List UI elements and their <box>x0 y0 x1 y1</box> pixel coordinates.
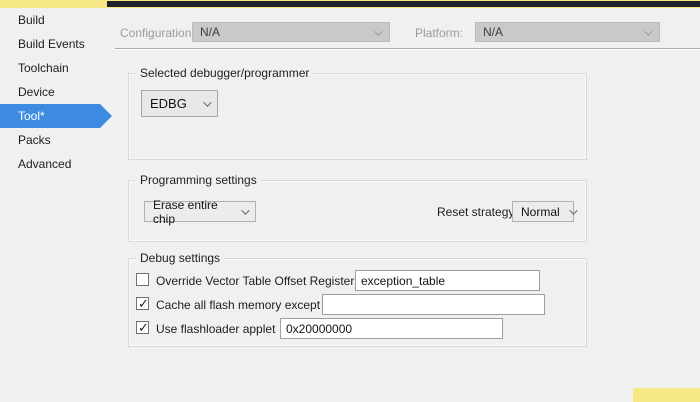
sidebar-item-device[interactable]: Device <box>0 80 100 104</box>
debugger-group-title: Selected debugger/programmer <box>136 66 313 80</box>
reset-strategy-value: Normal <box>521 205 560 219</box>
erase-mode-value: Erase entire chip <box>153 198 232 226</box>
top-dark-bar <box>107 1 700 7</box>
chevron-down-icon <box>644 27 652 35</box>
platform-combobox: N/A <box>475 22 660 42</box>
sidebar-item-build[interactable]: Build <box>0 8 100 32</box>
sidebar-item-toolchain[interactable]: Toolchain <box>0 56 100 80</box>
reset-strategy-combobox[interactable]: Normal <box>512 201 574 222</box>
configuration-combobox: N/A <box>192 22 390 42</box>
reset-strategy-label: Reset strategy <box>437 205 514 219</box>
sidebar-item-advanced[interactable]: Advanced <box>0 152 100 176</box>
sidebar-item-label: Tool* <box>18 109 45 123</box>
top-accent-bar <box>0 0 700 8</box>
debugger-value: EDBG <box>150 96 187 111</box>
programming-group: Programming settings Erase entire chip R… <box>128 180 587 242</box>
platform-label: Platform: <box>415 26 463 40</box>
debug-group-title: Debug settings <box>136 251 224 265</box>
flashloader-checkbox[interactable] <box>136 321 149 334</box>
erase-mode-combobox[interactable]: Erase entire chip <box>144 201 256 222</box>
chevron-down-icon <box>241 206 249 214</box>
flashloader-address-input[interactable] <box>280 318 503 339</box>
cache-exception-input[interactable] <box>322 294 545 315</box>
override-vtor-checkbox[interactable] <box>136 273 149 286</box>
configuration-value: N/A <box>200 25 220 39</box>
sidebar-item-tool[interactable]: Tool* <box>0 104 100 128</box>
chevron-down-icon <box>569 206 577 214</box>
selected-arrow-icon <box>100 104 112 128</box>
vector-table-offset-input[interactable] <box>355 270 540 291</box>
configuration-label: Configuration: <box>120 26 195 40</box>
sidebar-item-packs[interactable]: Packs <box>0 128 100 152</box>
tool-properties-page: Build Build Events Toolchain Device Tool… <box>0 0 700 402</box>
toolbar-separator <box>115 48 700 49</box>
properties-nav: Build Build Events Toolchain Device Tool… <box>0 8 115 176</box>
cache-flash-checkbox[interactable] <box>136 297 149 310</box>
debug-group: Debug settings Override Vector Table Off… <box>128 258 587 347</box>
platform-value: N/A <box>483 25 503 39</box>
debugger-group: Selected debugger/programmer EDBG <box>128 73 587 160</box>
debugger-combobox[interactable]: EDBG <box>141 90 218 117</box>
cache-flash-label: Cache all flash memory except <box>156 298 320 312</box>
programming-group-title: Programming settings <box>136 173 261 187</box>
chevron-down-icon <box>374 27 382 35</box>
chevron-down-icon <box>203 98 211 106</box>
bottom-right-accent <box>633 388 700 402</box>
override-vtor-label: Override Vector Table Offset Register <box>156 274 354 288</box>
flashloader-label: Use flashloader applet <box>156 322 275 336</box>
sidebar-item-build-events[interactable]: Build Events <box>0 32 100 56</box>
